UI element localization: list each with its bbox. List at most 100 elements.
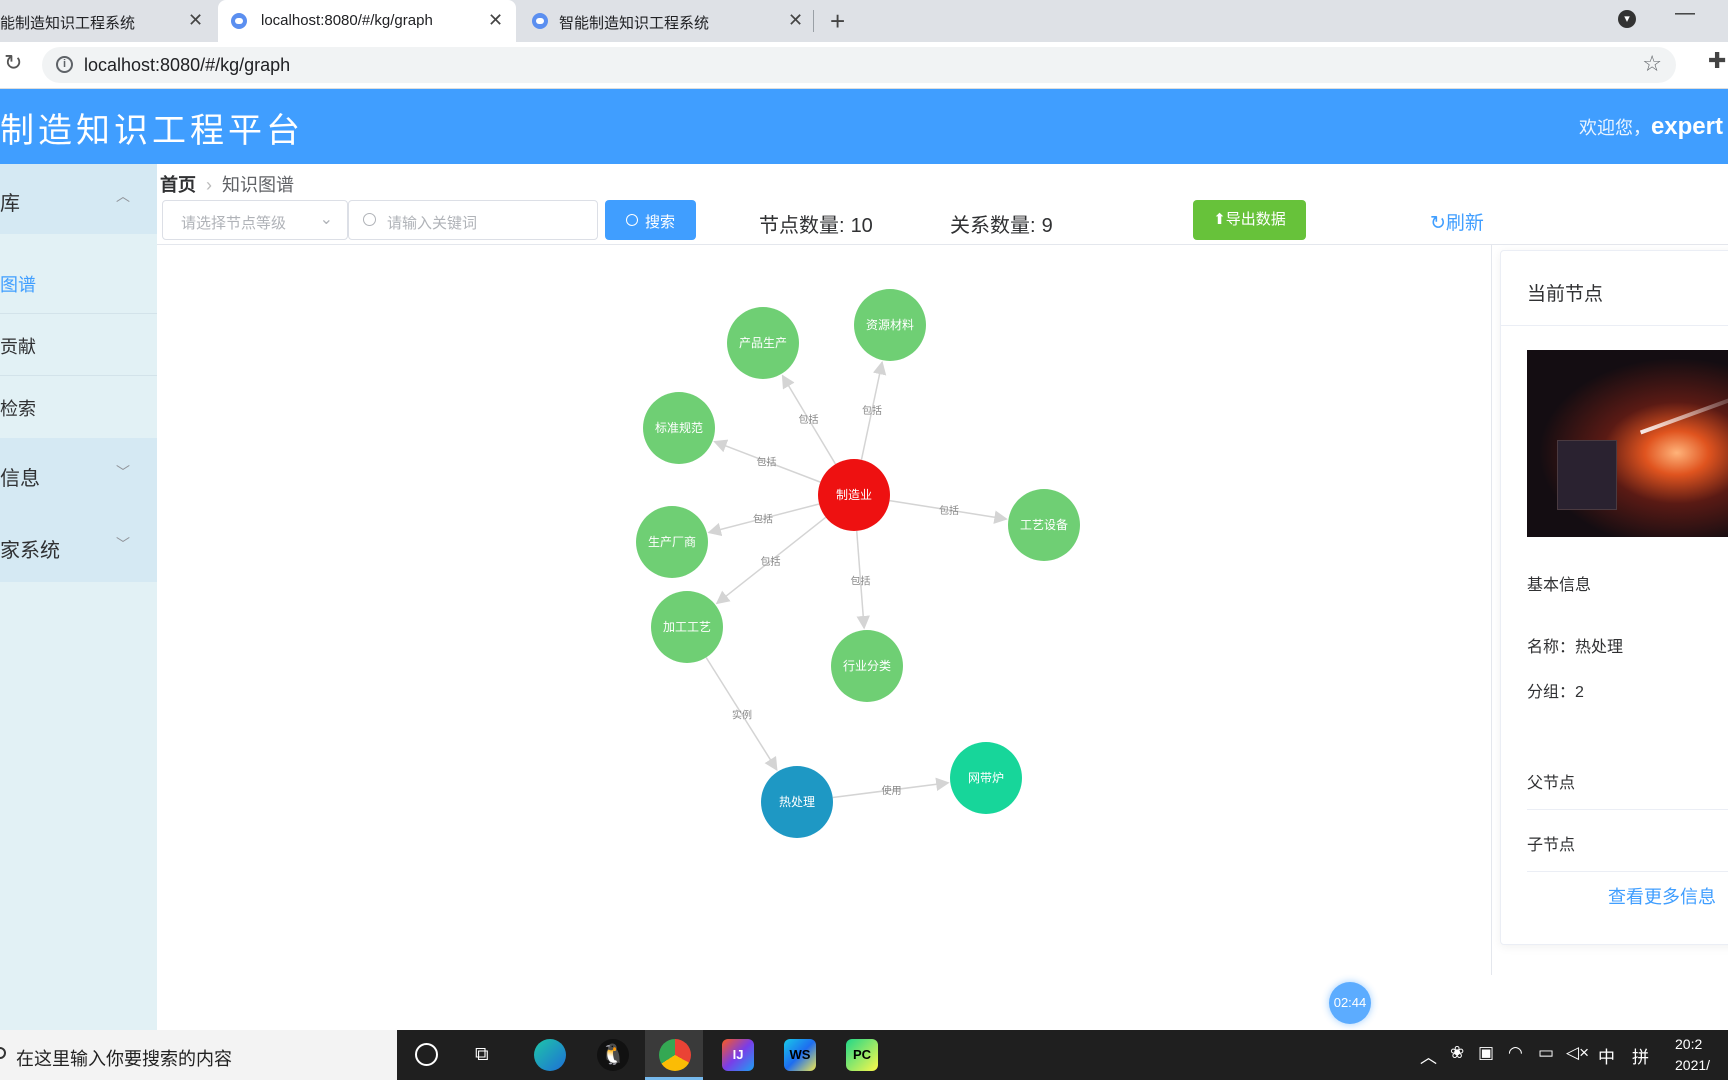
edge-label: 实例: [732, 709, 752, 722]
sidebar: 库 ︿ 图谱 贡献 检索 信息 ﹀ 家系统 ﹀: [0, 164, 157, 1030]
child-node-label: 子节点: [1527, 837, 1576, 854]
node-name: 名称：热处理: [1527, 639, 1624, 656]
browser-tab[interactable]: 智能制造知识工程系统 ✕: [520, 0, 810, 42]
close-icon[interactable]: ✕: [788, 10, 803, 31]
battery-icon[interactable]: ▭: [1538, 1043, 1554, 1063]
new-tab-icon[interactable]: +: [830, 6, 845, 37]
sidebar-item-label: 检索: [0, 399, 36, 419]
taskbar-search-text: 在这里输入你要搜索的内容: [16, 1049, 232, 1069]
breadcrumb-home[interactable]: 首页: [160, 175, 196, 195]
chevron-down-icon: ﹀: [116, 464, 130, 480]
qq-icon[interactable]: 🐧: [597, 1039, 629, 1071]
node-label: 资源材料: [866, 318, 914, 332]
sidebar-item-retrieve[interactable]: 检索: [0, 376, 157, 438]
divider: [1501, 325, 1728, 326]
sidebar-group-info[interactable]: 信息 ﹀: [0, 438, 157, 510]
security-icon[interactable]: ▣: [1478, 1043, 1494, 1063]
cortana-icon[interactable]: [415, 1043, 438, 1066]
node-image: [1527, 350, 1728, 537]
refresh-icon: ↻: [1430, 213, 1446, 234]
app-header: 制造知识工程平台 欢迎您，expert: [0, 89, 1728, 164]
info-icon[interactable]: i: [56, 56, 73, 73]
node-count-label: 节点数量:: [759, 215, 845, 237]
taskbar-search[interactable]: 在这里输入你要搜索的内容: [0, 1030, 397, 1080]
close-icon[interactable]: ✕: [188, 10, 203, 31]
sidebar-item-contribute[interactable]: 贡献: [0, 314, 157, 376]
relation-count-value: 9: [1041, 215, 1053, 237]
edge-label: 包括: [753, 513, 773, 526]
chevron-right-icon: ›: [206, 175, 212, 195]
node-label: 标准规范: [655, 420, 703, 435]
clock-date: 2021/: [1675, 1057, 1711, 1073]
taskbar: 在这里输入你要搜索的内容 ⧉ 🐧 IJ WS PC ︿ ❀ ▣ ◠ ▭ ◁× 中…: [0, 1030, 1728, 1080]
relation-count-label: 关系数量:: [950, 215, 1036, 237]
node-label: 网带炉: [968, 771, 1004, 785]
node-label: 加工工艺: [663, 620, 711, 634]
node-label: 行业分类: [843, 659, 891, 673]
select-placeholder: 请选择节点等级: [181, 215, 287, 232]
chevron-down-icon: ﹀: [116, 536, 130, 552]
sidebar-item-graph[interactable]: 图谱: [0, 252, 157, 314]
search-icon: [626, 214, 638, 226]
app-title: 制造知识工程平台: [0, 111, 304, 151]
input-placeholder: 请输入关键词: [387, 215, 478, 232]
sidebar-item-label: 贡献: [0, 337, 36, 357]
edge-label: 包括: [862, 404, 882, 417]
furnace-shape: [1557, 440, 1617, 510]
minimize-icon[interactable]: —: [1675, 2, 1695, 25]
bookmark-star-icon[interactable]: ☆: [1642, 51, 1662, 77]
close-icon[interactable]: ✕: [488, 10, 503, 31]
search-button-label: 搜索: [645, 214, 676, 231]
intellij-icon[interactable]: IJ: [722, 1039, 754, 1071]
chevron-up-icon[interactable]: ︿: [1420, 1043, 1437, 1068]
node-label: 制造业: [836, 488, 872, 502]
reload-icon[interactable]: ↻: [4, 50, 22, 76]
favicon-icon: [231, 13, 247, 29]
clock[interactable]: 20:2 2021/: [1675, 1034, 1710, 1076]
node-group: 分组：2: [1527, 684, 1584, 701]
welcome-text: 欢迎您，: [1578, 118, 1651, 138]
keyword-search-input[interactable]: 请输入关键词: [348, 200, 598, 240]
input-language[interactable]: 中: [1598, 1043, 1615, 1068]
webstorm-icon[interactable]: WS: [784, 1039, 816, 1071]
username[interactable]: expert: [1651, 113, 1723, 140]
edge-label: 包括: [939, 504, 959, 517]
node-label: 生产厂商: [648, 534, 696, 549]
view-more-link[interactable]: 查看更多信息: [1608, 883, 1716, 909]
divider: [1527, 871, 1728, 872]
browser-tab-bar: 能制造知识工程系统 ✕ localhost:8080/#/kg/graph ✕ …: [0, 0, 1728, 42]
chrome-icon[interactable]: [659, 1039, 691, 1071]
tab-search-icon[interactable]: ▾: [1618, 10, 1636, 28]
node-label: 工艺设备: [1020, 518, 1068, 532]
wifi-icon[interactable]: ◠: [1508, 1043, 1523, 1063]
sidebar-group-expert[interactable]: 家系统 ﹀: [0, 510, 157, 582]
node-level-select[interactable]: 请选择节点等级 ⌄: [162, 200, 348, 240]
volume-mute-icon[interactable]: ◁×: [1566, 1043, 1589, 1063]
welcome-area: 欢迎您，expert: [1579, 113, 1723, 141]
knowledge-graph[interactable]: 包括包括包括包括包括包括包括实例使用 制造业产品生产资源材料标准规范工艺设备生产…: [157, 245, 1490, 1030]
omnibox[interactable]: i localhost:8080/#/kg/graph ☆: [42, 47, 1676, 83]
app-tray-icon[interactable]: ❀: [1450, 1043, 1464, 1063]
search-button[interactable]: 搜索: [605, 200, 696, 240]
refresh-button[interactable]: ↻刷新: [1430, 208, 1484, 235]
ime-mode[interactable]: 拼: [1632, 1043, 1649, 1068]
browser-tab-active[interactable]: localhost:8080/#/kg/graph ✕: [218, 0, 516, 42]
address-bar: ↻ i localhost:8080/#/kg/graph ☆: [0, 42, 1728, 89]
sidebar-group-library[interactable]: 库 ︿: [0, 164, 157, 234]
pycharm-icon[interactable]: PC: [846, 1039, 878, 1071]
url-text[interactable]: localhost:8080/#/kg/graph: [84, 55, 290, 76]
export-button-label: 导出数据: [1225, 211, 1286, 228]
recording-timer[interactable]: 02:44: [1329, 982, 1371, 1024]
edge-icon[interactable]: [534, 1039, 566, 1071]
chevron-down-icon: ⌄: [319, 211, 333, 228]
browser-tab[interactable]: 能制造知识工程系统 ✕: [0, 0, 212, 42]
edge-label: 包括: [761, 555, 781, 568]
extensions-icon[interactable]: ✚: [1708, 48, 1726, 74]
export-button[interactable]: ⬆导出数据: [1193, 200, 1306, 240]
tab-title: 能制造知识工程系统: [0, 15, 136, 32]
tab-separator: [813, 10, 814, 32]
chevron-up-icon: ︿: [116, 188, 130, 204]
tab-title: 智能制造知识工程系统: [559, 15, 710, 32]
parent-node-label: 父节点: [1527, 775, 1576, 792]
task-view-icon[interactable]: ⧉: [475, 1044, 489, 1066]
